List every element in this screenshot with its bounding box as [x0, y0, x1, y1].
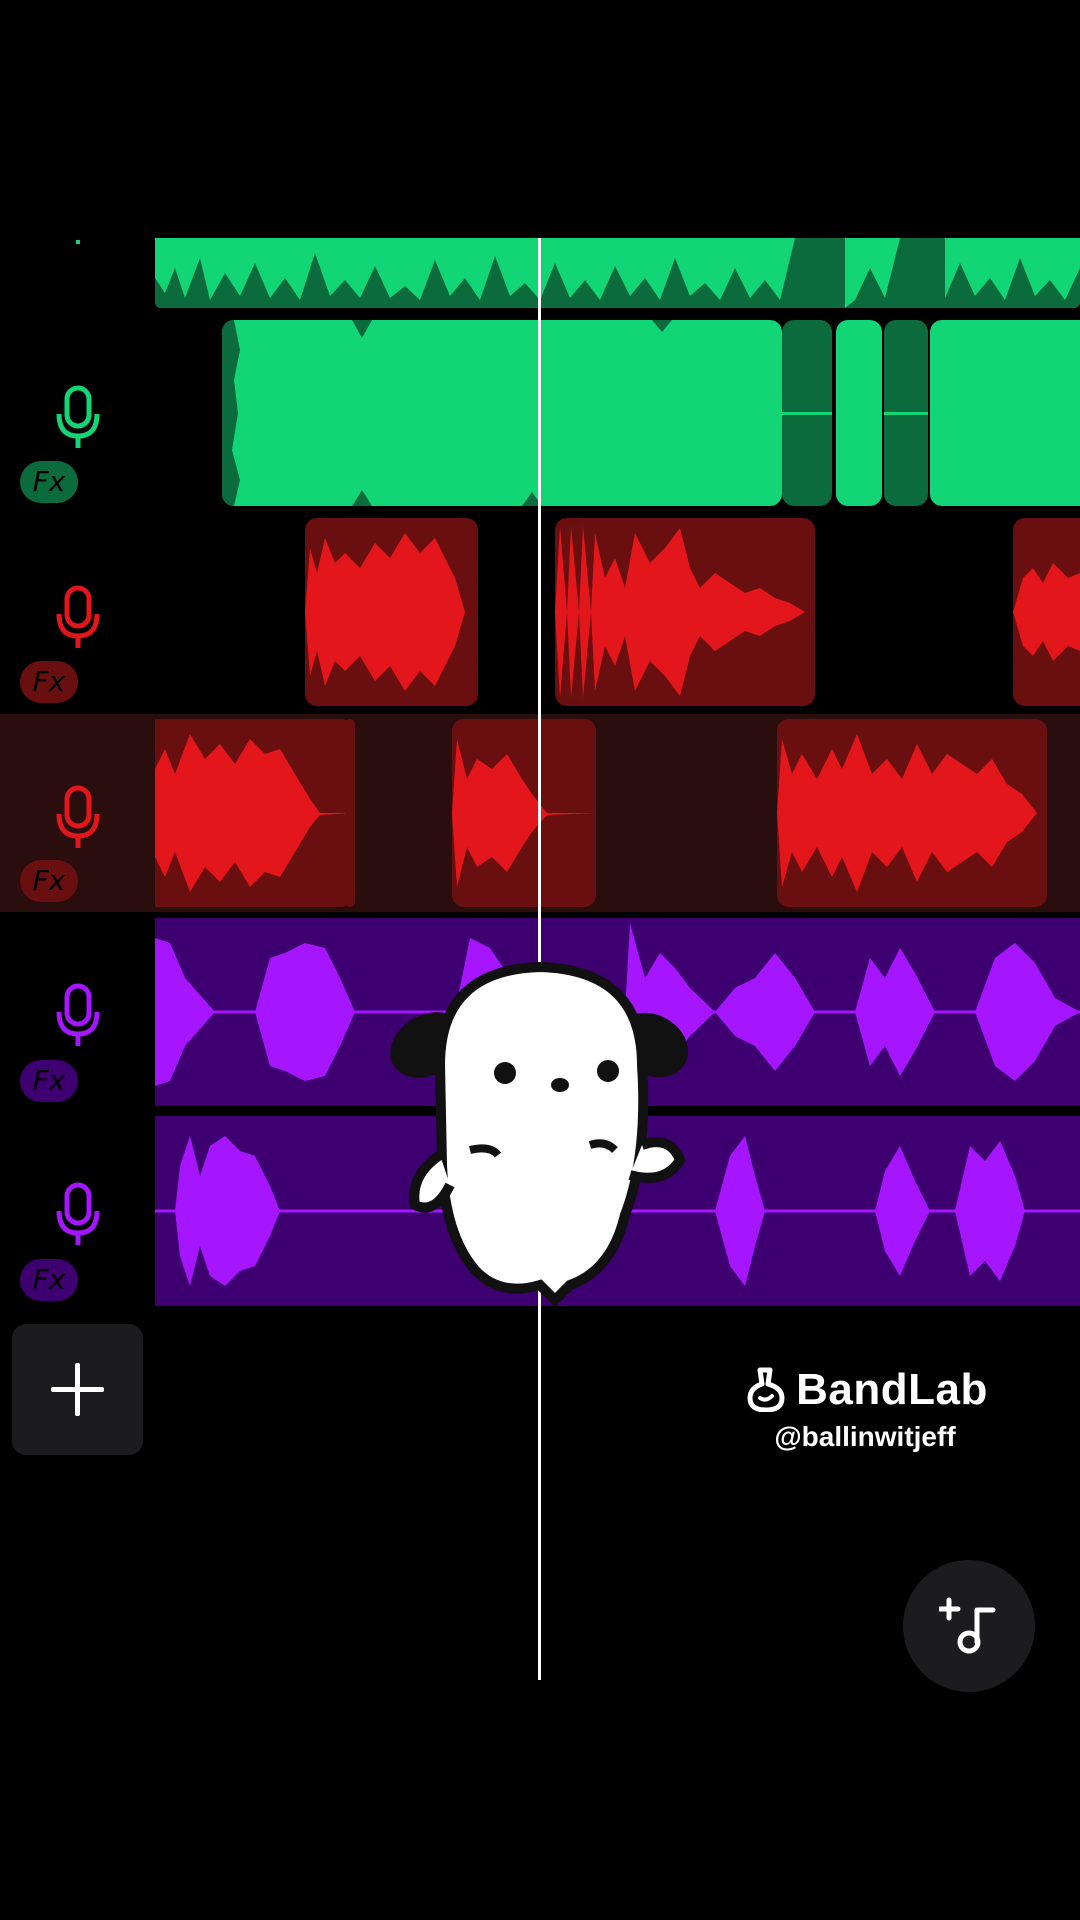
add-music-note-icon — [939, 1597, 996, 1654]
audio-clip[interactable] — [884, 320, 928, 506]
audio-clip[interactable] — [930, 320, 1080, 506]
audio-clip[interactable] — [305, 518, 478, 706]
audio-clip[interactable] — [777, 719, 1047, 907]
mic-icon[interactable] — [54, 982, 102, 1048]
fx-badge[interactable]: Fx — [20, 1259, 78, 1301]
waveform — [155, 734, 353, 892]
fx-badge[interactable]: Fx — [20, 1060, 78, 1102]
track-controls: Fx — [0, 1116, 155, 1306]
waveform — [452, 739, 596, 887]
audio-clip[interactable] — [452, 719, 596, 907]
audio-clip[interactable] — [782, 320, 832, 506]
track-controls: Fx — [0, 518, 155, 708]
audio-clip[interactable] — [155, 719, 353, 907]
waveform — [1013, 563, 1080, 661]
waveform — [155, 238, 1080, 308]
mic-icon[interactable] — [54, 384, 102, 450]
bandlab-logo-icon — [747, 1367, 785, 1413]
waveform — [222, 320, 672, 506]
audio-clip[interactable] — [345, 719, 355, 907]
track-controls: Fx — [0, 918, 155, 1106]
watermark-brand-row: BandLab — [730, 1365, 1000, 1415]
waveform — [305, 533, 465, 691]
audio-clip[interactable] — [1013, 518, 1080, 706]
track-indicator-dot — [76, 240, 80, 244]
dancing-puppy-sticker — [390, 961, 689, 1308]
mic-icon[interactable] — [54, 784, 102, 850]
plus-icon — [51, 1363, 104, 1416]
add-music-button[interactable] — [903, 1560, 1035, 1692]
track-controls: Fx — [0, 714, 155, 912]
audio-clip[interactable] — [155, 238, 1080, 308]
add-track-button[interactable] — [12, 1324, 143, 1455]
audio-clip[interactable] — [555, 518, 815, 706]
watermark-brand: BandLab — [796, 1365, 988, 1414]
track-controls: Fx — [0, 318, 155, 508]
mic-icon[interactable] — [54, 1181, 102, 1247]
fx-badge[interactable]: Fx — [20, 461, 78, 503]
fx-badge[interactable]: Fx — [20, 860, 78, 902]
waveform — [555, 526, 805, 698]
waveform — [777, 734, 1037, 892]
fx-badge[interactable]: Fx — [20, 661, 78, 703]
bandlab-watermark: BandLab @ballinwitjeff — [730, 1365, 1000, 1453]
audio-clip[interactable] — [836, 320, 882, 506]
audio-clip[interactable] — [222, 320, 782, 506]
mic-icon[interactable] — [54, 584, 102, 650]
watermark-handle: @ballinwitjeff — [774, 1421, 956, 1452]
